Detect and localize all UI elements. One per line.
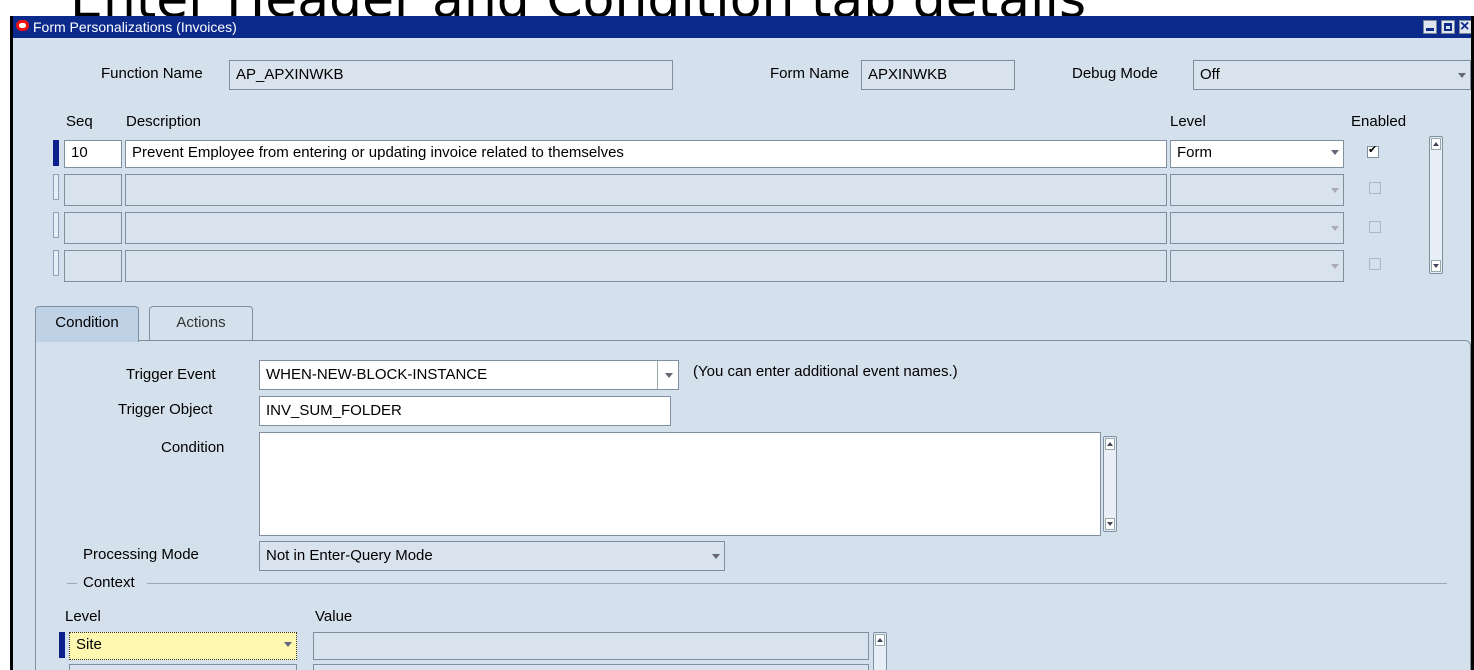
scroll-down-icon[interactable] — [1431, 260, 1441, 272]
oracle-logo-icon — [16, 20, 29, 31]
condition-scrollbar[interactable] — [1103, 436, 1117, 532]
row-selector[interactable] — [53, 212, 59, 238]
chevron-down-icon[interactable] — [1331, 150, 1339, 155]
level-select[interactable] — [1170, 250, 1344, 282]
tab-condition[interactable]: Condition — [35, 306, 139, 342]
context-level-select[interactable]: Site — [69, 632, 297, 660]
description-field[interactable] — [125, 250, 1167, 282]
context-level-value: Site — [76, 636, 102, 653]
enabled-checkbox[interactable] — [1369, 182, 1381, 194]
row-selector[interactable] — [53, 140, 59, 166]
context-divider — [147, 583, 1447, 584]
chevron-down-icon[interactable] — [1331, 226, 1339, 231]
condition-label: Condition — [161, 439, 225, 456]
context-value-header: Value — [315, 608, 353, 625]
column-header-level: Level — [1170, 113, 1206, 130]
debug-mode-select[interactable]: Off — [1193, 60, 1471, 90]
scroll-up-icon[interactable] — [1431, 138, 1441, 150]
level-select[interactable] — [1170, 174, 1344, 206]
trigger-object-field[interactable]: INV_SUM_FOLDER — [259, 396, 671, 426]
processing-mode-select[interactable]: Not in Enter-Query Mode — [259, 541, 725, 571]
tab-actions[interactable]: Actions — [149, 306, 253, 340]
description-field[interactable]: Prevent Employee from entering or updati… — [125, 140, 1167, 168]
column-header-seq: Seq — [66, 113, 93, 130]
maximize-icon[interactable] — [1441, 20, 1455, 34]
context-label: Context — [83, 574, 135, 591]
trigger-event-select[interactable]: WHEN-NEW-BLOCK-INSTANCE — [259, 360, 679, 390]
context-level-select[interactable] — [69, 664, 297, 670]
level-value: Form — [1177, 144, 1212, 161]
context-value-field[interactable] — [313, 632, 869, 660]
enabled-checkbox[interactable] — [1369, 221, 1381, 233]
chevron-down-icon[interactable] — [284, 642, 292, 647]
enabled-checkbox[interactable] — [1367, 143, 1379, 158]
row-selector[interactable] — [53, 174, 59, 200]
chevron-down-icon[interactable] — [712, 554, 720, 559]
row-selector[interactable] — [59, 632, 65, 658]
processing-mode-label: Processing Mode — [83, 546, 199, 563]
debug-mode-label: Debug Mode — [1072, 65, 1158, 82]
context-value-field[interactable] — [313, 664, 869, 670]
processing-mode-value: Not in Enter-Query Mode — [266, 547, 433, 564]
form-name-field[interactable]: APXINWKB — [861, 60, 1015, 90]
level-select[interactable]: Form — [1170, 140, 1344, 168]
chevron-down-icon[interactable] — [1331, 264, 1339, 269]
chevron-down-icon[interactable] — [665, 373, 673, 378]
enabled-checkbox[interactable] — [1369, 258, 1381, 270]
close-icon[interactable] — [1459, 16, 1471, 38]
window-title: Form Personalizations (Invoices) — [33, 19, 237, 35]
row-selector[interactable] — [53, 250, 59, 276]
description-field[interactable] — [125, 174, 1167, 206]
level-select[interactable] — [1170, 212, 1344, 244]
trigger-event-hint: (You can enter additional event names.) — [693, 363, 958, 380]
function-name-label: Function Name — [101, 65, 203, 82]
column-header-description: Description — [126, 113, 202, 130]
grid-scrollbar[interactable] — [1429, 136, 1443, 274]
seq-field[interactable] — [64, 212, 122, 244]
condition-textarea[interactable] — [259, 432, 1101, 536]
description-field[interactable] — [125, 212, 1167, 244]
window-titlebar[interactable]: Form Personalizations (Invoices) — [13, 16, 1471, 38]
dropdown-button[interactable] — [657, 361, 678, 389]
form-name-label: Form Name — [770, 65, 850, 82]
debug-mode-value: Off — [1200, 66, 1220, 83]
function-name-field[interactable]: AP_APXINWKB — [229, 60, 673, 90]
seq-field[interactable]: 10 — [64, 140, 122, 168]
chevron-down-icon[interactable] — [1331, 188, 1339, 193]
context-divider — [67, 583, 77, 584]
context-scrollbar[interactable] — [873, 632, 887, 670]
seq-field[interactable] — [64, 250, 122, 282]
trigger-event-label: Trigger Event — [126, 366, 216, 383]
context-level-header: Level — [65, 608, 101, 625]
scroll-up-icon[interactable] — [875, 634, 885, 646]
form-window: Form Personalizations (Invoices) Functio… — [10, 16, 1474, 670]
minimize-icon[interactable] — [1423, 20, 1437, 34]
column-header-enabled: Enabled — [1351, 113, 1407, 130]
scroll-down-icon[interactable] — [1105, 518, 1115, 530]
trigger-event-value: WHEN-NEW-BLOCK-INSTANCE — [266, 366, 488, 383]
chevron-down-icon[interactable] — [1458, 73, 1466, 78]
scroll-up-icon[interactable] — [1105, 438, 1115, 450]
trigger-object-label: Trigger Object — [118, 401, 213, 418]
seq-field[interactable] — [64, 174, 122, 206]
